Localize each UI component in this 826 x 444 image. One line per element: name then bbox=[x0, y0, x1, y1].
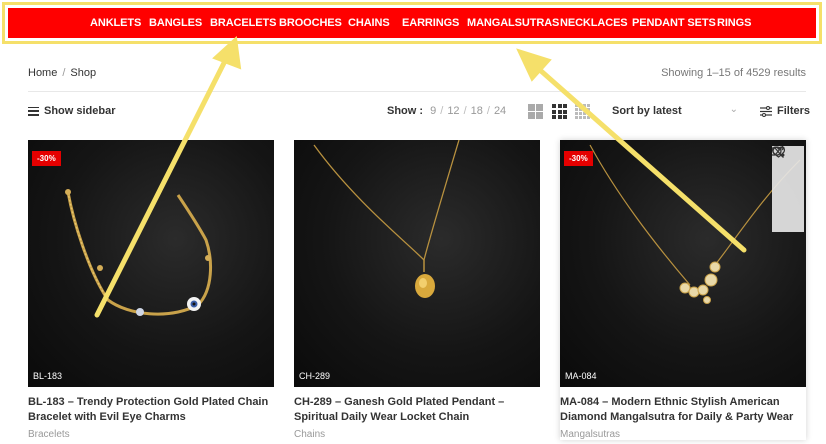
per-page-24[interactable]: 24 bbox=[494, 105, 506, 117]
grid-2-icon[interactable] bbox=[528, 104, 543, 119]
product-image[interactable]: -30% MA-084 bbox=[560, 140, 806, 387]
pendant-illustration bbox=[313, 140, 460, 298]
sort-label: Sort by latest bbox=[612, 105, 682, 117]
discount-badge: -30% bbox=[564, 151, 593, 166]
nav-item-chains[interactable]: CHAINS bbox=[348, 17, 390, 29]
product-image[interactable]: -30% BL-183 bbox=[28, 140, 274, 387]
breadcrumb-separator: / bbox=[62, 67, 66, 79]
divider bbox=[28, 91, 806, 92]
sort-select[interactable]: Sort by latest ⌄ bbox=[612, 104, 740, 117]
nav-item-anklets[interactable]: ANKLETS bbox=[90, 17, 141, 29]
grid-4-icon[interactable] bbox=[575, 104, 590, 119]
breadcrumb-home[interactable]: Home bbox=[28, 67, 57, 79]
per-page-9[interactable]: 9 bbox=[430, 105, 436, 117]
grid-3-icon[interactable] bbox=[552, 104, 567, 119]
product-card[interactable]: -30% BL-183 BL-183 – Trendy Protection G… bbox=[28, 140, 274, 440]
product-category[interactable]: Bracelets bbox=[28, 429, 274, 440]
nav-item-bracelets[interactable]: BRACELETS bbox=[210, 17, 276, 29]
product-category[interactable]: Mangalsutras bbox=[560, 429, 806, 440]
annotation-arrowhead bbox=[516, 48, 552, 82]
mangalsutra-illustration bbox=[589, 144, 801, 304]
product-sku: MA-084 bbox=[565, 371, 597, 381]
show-sidebar-button[interactable]: Show sidebar bbox=[28, 105, 116, 117]
product-title[interactable]: CH-289 – Ganesh Gold Plated Pendant – Sp… bbox=[294, 395, 540, 425]
filters-icon bbox=[760, 105, 772, 117]
breadcrumb-current: Shop bbox=[70, 67, 97, 79]
per-page-selector: Show : 9/12/18/24 bbox=[387, 105, 507, 117]
bracelet-illustration bbox=[65, 189, 212, 316]
product-title[interactable]: BL-183 – Trendy Protection Gold Plated C… bbox=[28, 395, 274, 425]
nav-item-bangles[interactable]: BANGLES bbox=[149, 17, 202, 29]
nav-item-rings[interactable]: RINGS bbox=[717, 17, 751, 29]
nav-item-pendant-sets[interactable]: PENDANT SETS bbox=[632, 17, 716, 29]
filters-button[interactable]: Filters bbox=[760, 105, 810, 117]
product-card[interactable]: CH-289 CH-289 – Ganesh Gold Plated Penda… bbox=[294, 140, 540, 440]
product-title[interactable]: MA-084 – Modern Ethnic Stylish American … bbox=[560, 395, 806, 425]
per-page-12[interactable]: 12 bbox=[447, 105, 459, 117]
per-page-label: Show : bbox=[387, 105, 424, 117]
nav-item-necklaces[interactable]: NECKLACES bbox=[560, 17, 628, 29]
product-actions bbox=[772, 146, 804, 232]
nav-item-brooches[interactable]: BROOCHES bbox=[279, 17, 342, 29]
hamburger-icon bbox=[28, 106, 39, 116]
filters-label: Filters bbox=[777, 105, 811, 117]
product-sku: CH-289 bbox=[299, 371, 331, 381]
product-card[interactable]: -30% MA-084 MA-084 – Modern Ethnic Styli… bbox=[560, 140, 806, 440]
product-image[interactable]: CH-289 bbox=[294, 140, 540, 387]
nav-item-earrings[interactable]: EARRINGS bbox=[402, 17, 459, 29]
product-category[interactable]: Chains bbox=[294, 429, 540, 440]
nav-item-mangalsutras[interactable]: MANGALSUTRAS bbox=[467, 17, 559, 29]
show-sidebar-label: Show sidebar bbox=[44, 105, 116, 117]
chevron-down-icon: ⌄ bbox=[729, 104, 738, 115]
breadcrumb: Home / Shop bbox=[28, 67, 96, 79]
product-sku: BL-183 bbox=[33, 371, 63, 381]
category-nav: ANKLETS BANGLES BRACELETS BROOCHES CHAIN… bbox=[8, 8, 816, 38]
results-count: Showing 1–15 of 4529 results bbox=[661, 67, 806, 79]
per-page-18[interactable]: 18 bbox=[471, 105, 483, 117]
discount-badge: -30% bbox=[32, 151, 61, 166]
